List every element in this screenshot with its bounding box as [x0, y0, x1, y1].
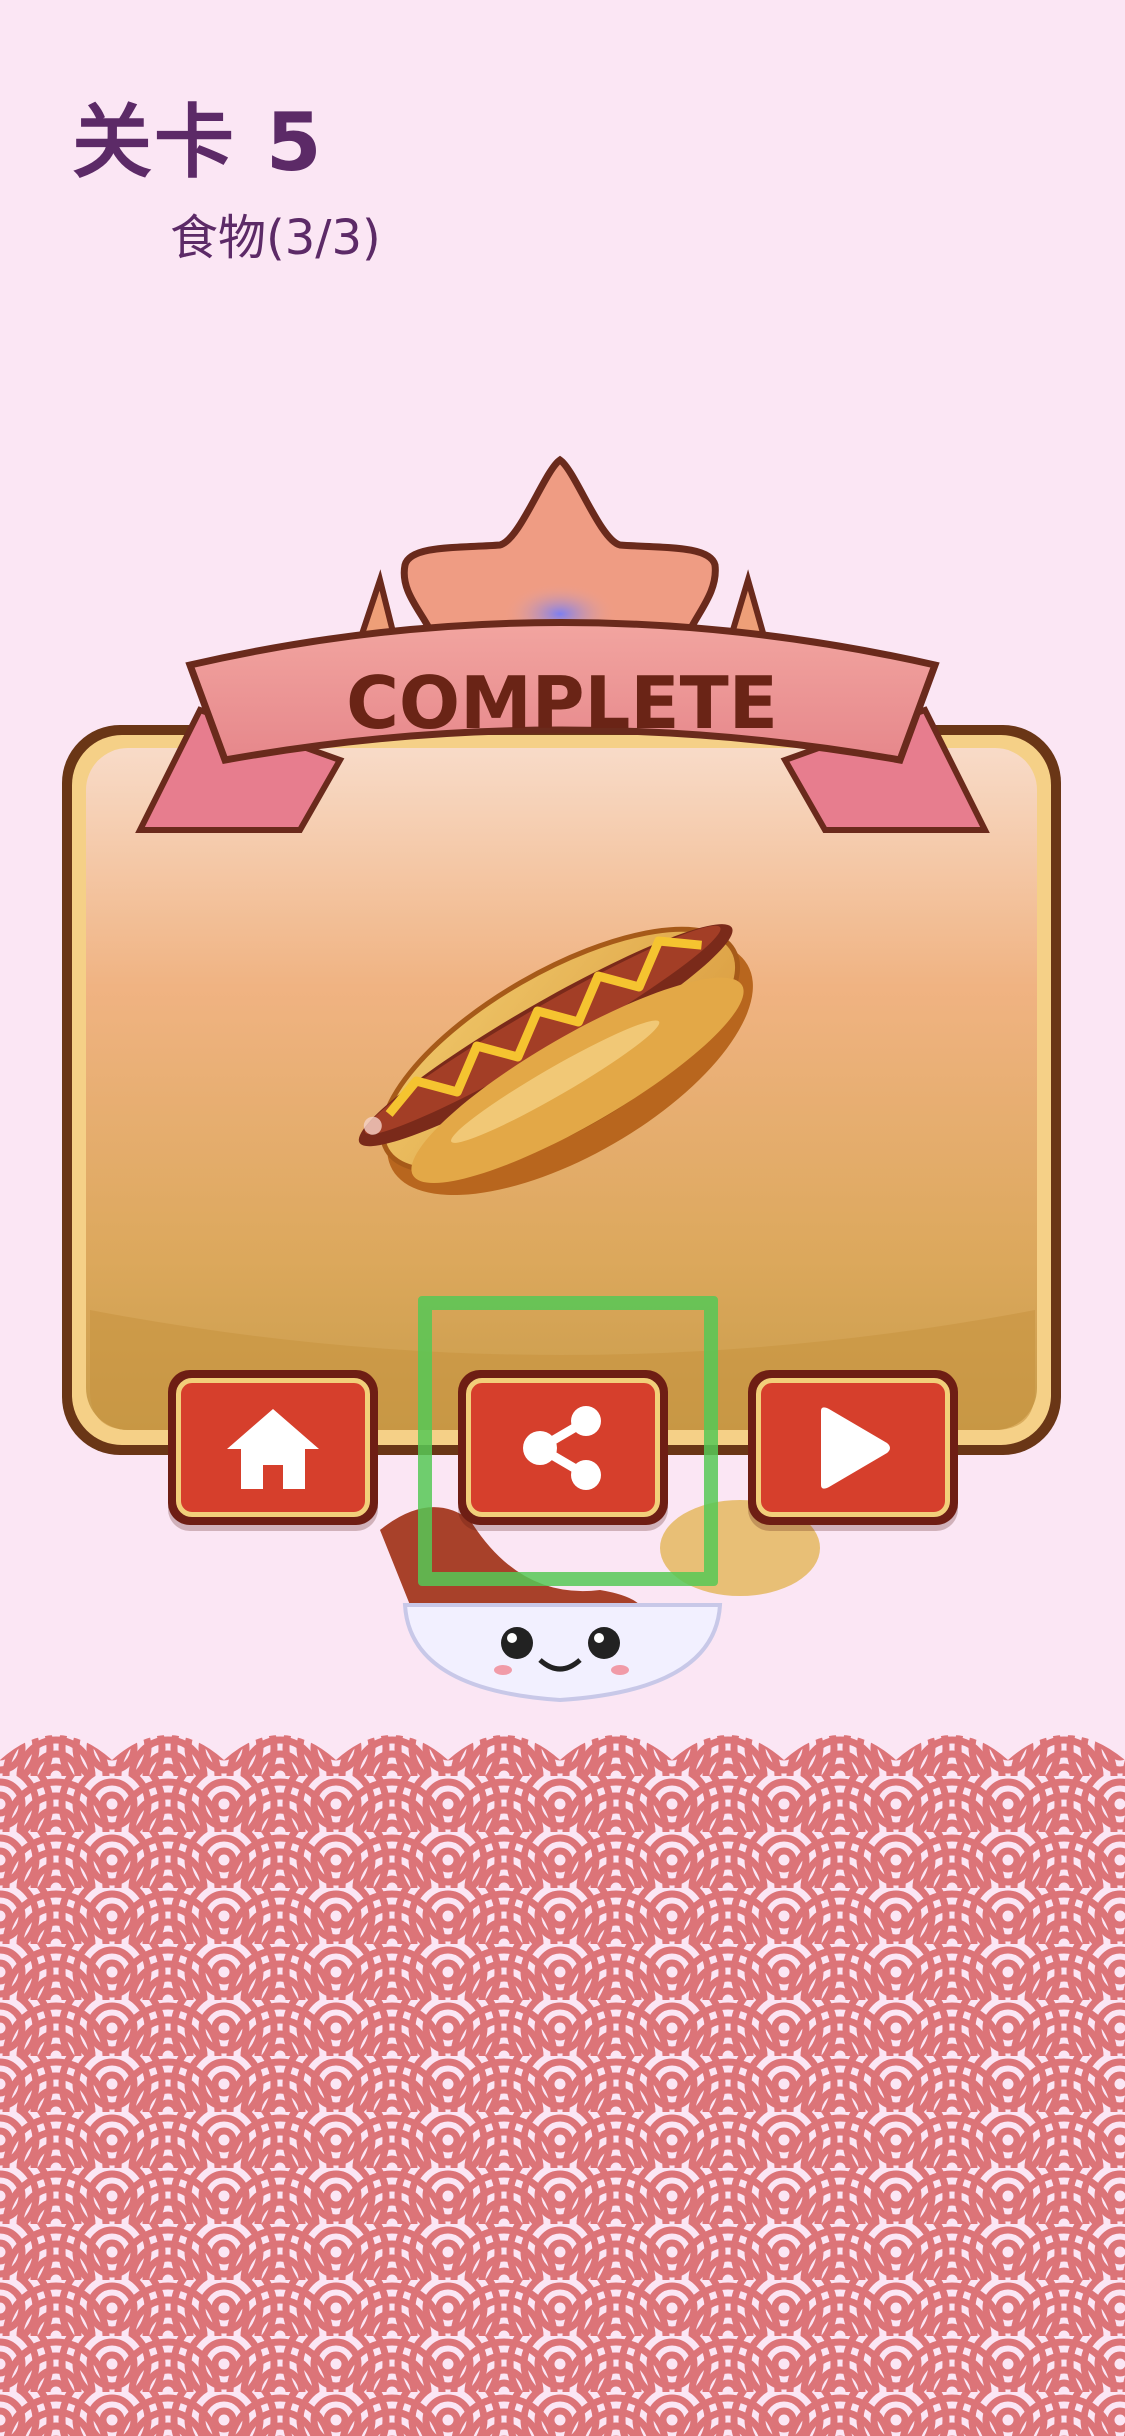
selection-highlight [418, 1296, 718, 1586]
level-title: 关卡 5 [72, 96, 324, 189]
food-counter: 食物(3/3) [170, 210, 381, 266]
home-icon [227, 1408, 319, 1489]
play-button[interactable] [748, 1370, 958, 1525]
complete-banner-text: COMPLETE [346, 661, 778, 745]
home-button[interactable] [168, 1370, 378, 1525]
play-icon [821, 1406, 890, 1489]
wave-pattern-background [0, 1735, 1125, 2436]
